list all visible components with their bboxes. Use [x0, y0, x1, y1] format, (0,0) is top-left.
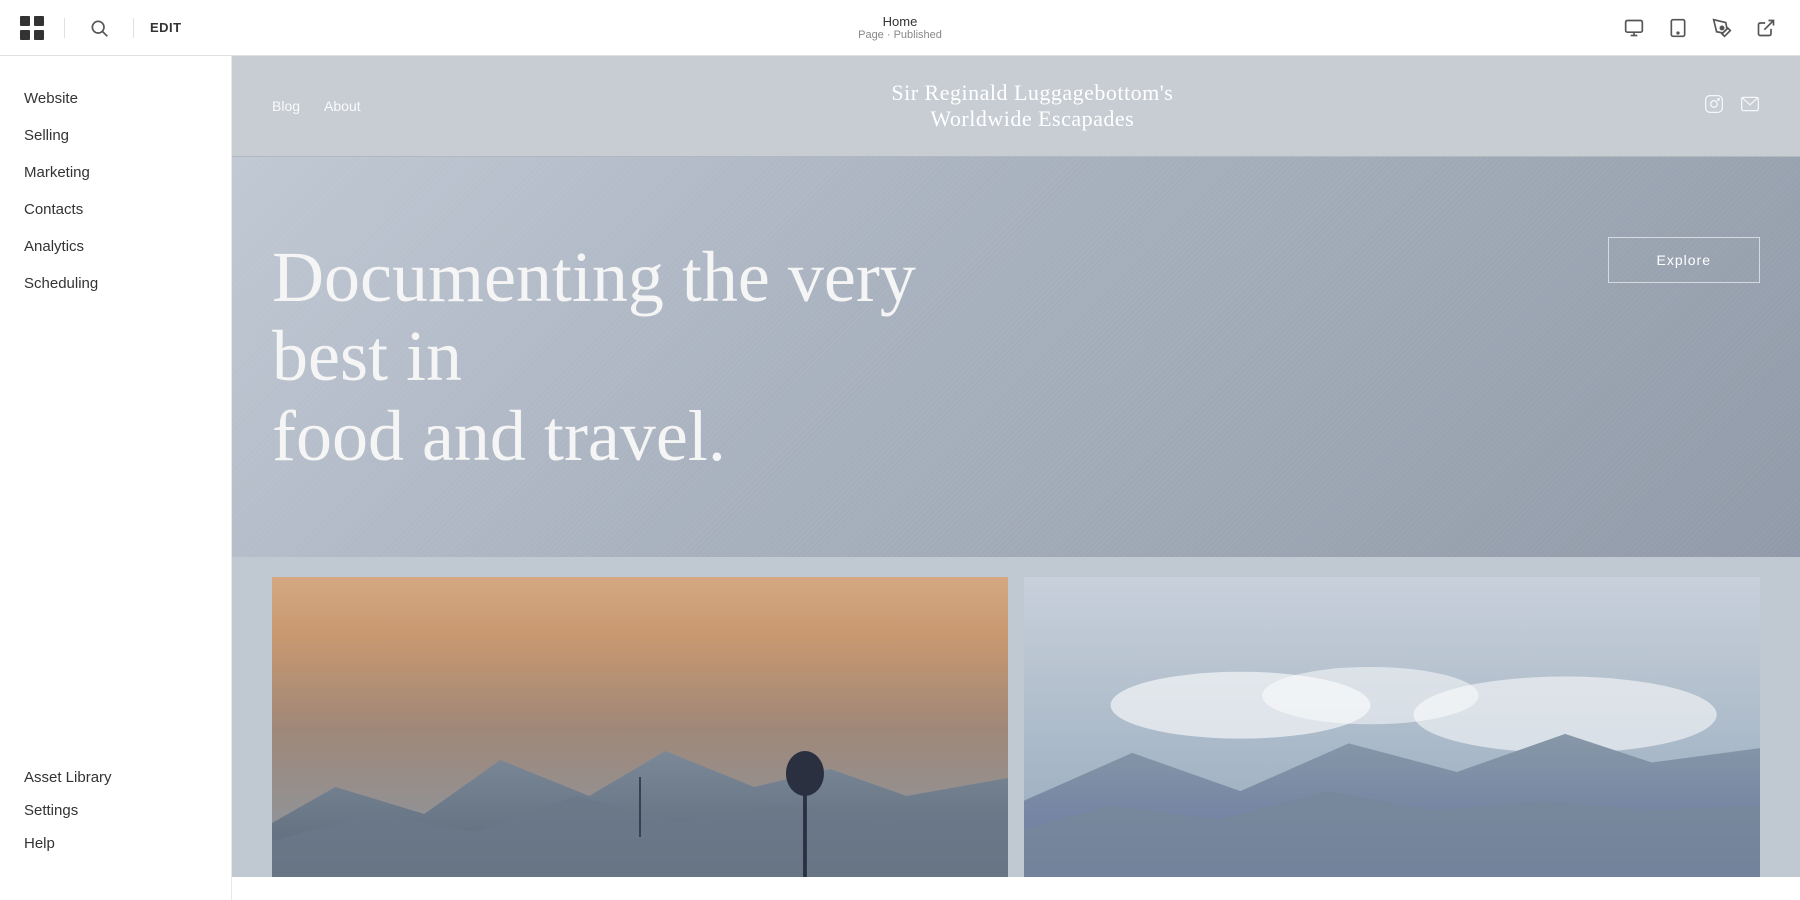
sidebar-item-contacts[interactable]: Contacts	[24, 191, 207, 228]
email-icon[interactable]	[1740, 94, 1760, 119]
site-title: Sir Reginald Luggagebottom's Worldwide E…	[891, 80, 1173, 132]
gallery-section	[232, 557, 1800, 877]
preview-content: Blog About Sir Reginald Luggagebottom's …	[232, 56, 1800, 900]
site-header: Blog About Sir Reginald Luggagebottom's …	[232, 56, 1800, 157]
sidebar-nav: Website Selling Marketing Contacts Analy…	[0, 80, 231, 761]
site-title-line1: Sir Reginald Luggagebottom's	[891, 80, 1173, 106]
nav-about[interactable]: About	[324, 98, 361, 114]
topbar-right	[1616, 10, 1784, 46]
website-preview[interactable]: Blog About Sir Reginald Luggagebottom's …	[232, 56, 1800, 900]
nav-blog[interactable]: Blog	[272, 98, 300, 114]
sidebar-item-scheduling[interactable]: Scheduling	[24, 265, 207, 302]
main-layout: Website Selling Marketing Contacts Analy…	[0, 56, 1800, 900]
topbar-divider	[64, 18, 65, 38]
gallery-item-right	[1024, 577, 1760, 877]
site-social-icons	[1704, 94, 1760, 119]
gallery-item-left	[272, 577, 1008, 877]
sidebar: Website Selling Marketing Contacts Analy…	[0, 56, 232, 900]
page-name: Home	[858, 14, 942, 29]
hero-text: Documenting the very best in food and tr…	[272, 238, 972, 476]
external-link-button[interactable]	[1748, 10, 1784, 46]
hero-heading-line2: food and travel.	[272, 396, 726, 476]
hero-cta-button[interactable]: Explore	[1608, 237, 1760, 283]
instagram-icon[interactable]	[1704, 94, 1724, 119]
site-nav: Blog About	[272, 98, 361, 114]
sidebar-item-marketing[interactable]: Marketing	[24, 154, 207, 191]
squarespace-logo[interactable]	[16, 12, 48, 44]
search-button[interactable]	[81, 10, 117, 46]
gallery-image-cloudy-mountains	[1024, 577, 1760, 877]
topbar-left: EDIT	[16, 10, 182, 46]
topbar-center: Home Page · Published	[858, 14, 942, 41]
sidebar-item-settings[interactable]: Settings	[24, 794, 207, 827]
design-button[interactable]	[1704, 10, 1740, 46]
gallery-image-mountains-sunset	[272, 577, 1008, 877]
sidebar-item-help[interactable]: Help	[24, 827, 207, 860]
sidebar-item-website[interactable]: Website	[24, 80, 207, 117]
edit-label: EDIT	[150, 20, 182, 35]
desktop-view-button[interactable]	[1616, 10, 1652, 46]
tablet-view-button[interactable]	[1660, 10, 1696, 46]
topbar: EDIT Home Page · Published	[0, 0, 1800, 56]
sidebar-item-asset-library[interactable]: Asset Library	[24, 761, 207, 794]
sidebar-bottom: Asset Library Settings Help	[0, 761, 231, 876]
topbar-divider-2	[133, 18, 134, 38]
hero-heading-line1: Documenting the very best in	[272, 237, 916, 396]
hero-section: Documenting the very best in food and tr…	[232, 157, 1800, 557]
sidebar-item-selling[interactable]: Selling	[24, 117, 207, 154]
page-status: Page · Published	[858, 29, 942, 41]
sidebar-item-analytics[interactable]: Analytics	[24, 228, 207, 265]
site-title-line2: Worldwide Escapades	[891, 106, 1173, 132]
